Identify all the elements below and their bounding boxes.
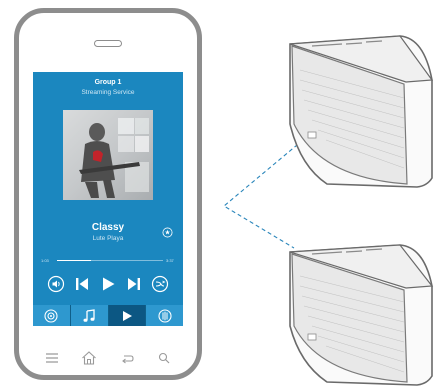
wireless-speaker-bottom xyxy=(289,244,434,386)
artist-name: Lute Playa xyxy=(92,235,124,242)
next-icon[interactable] xyxy=(125,275,143,293)
service-name: Streaming Service xyxy=(81,89,135,96)
play-icon xyxy=(122,310,132,321)
tab-speakers[interactable] xyxy=(33,305,71,326)
group-name: Group 1 xyxy=(94,79,122,86)
progress-fill xyxy=(57,260,91,261)
speaker-icon xyxy=(44,308,58,323)
total-time: 3:37 xyxy=(166,258,174,263)
volume-icon[interactable] xyxy=(47,275,65,293)
progress-bar[interactable] xyxy=(57,260,163,261)
music-note-icon xyxy=(83,308,95,322)
tab-bar xyxy=(33,305,183,326)
favorite-star-icon[interactable] xyxy=(162,227,173,238)
search-icon[interactable] xyxy=(155,349,173,367)
player-screen: Group 1 Streaming Service Classy Lute Pl… xyxy=(33,72,183,326)
tab-music[interactable] xyxy=(70,305,109,326)
tab-radio[interactable] xyxy=(146,305,183,326)
album-art xyxy=(63,110,153,200)
play-icon[interactable] xyxy=(99,275,117,293)
elapsed-time: 1:03 xyxy=(41,258,49,263)
radio-icon xyxy=(158,308,172,323)
wireless-speaker-top xyxy=(289,35,434,188)
shuffle-icon[interactable] xyxy=(151,275,169,293)
back-icon[interactable] xyxy=(118,349,136,367)
tab-now-playing[interactable] xyxy=(108,305,147,326)
smartphone: Group 1 Streaming Service Classy Lute Pl… xyxy=(14,8,202,380)
earpiece-slot xyxy=(94,40,122,47)
previous-icon[interactable] xyxy=(73,275,91,293)
menu-icon[interactable] xyxy=(43,349,61,367)
navigation-bar xyxy=(43,349,193,369)
track-title: Classy xyxy=(91,222,125,233)
home-icon[interactable] xyxy=(80,349,98,367)
